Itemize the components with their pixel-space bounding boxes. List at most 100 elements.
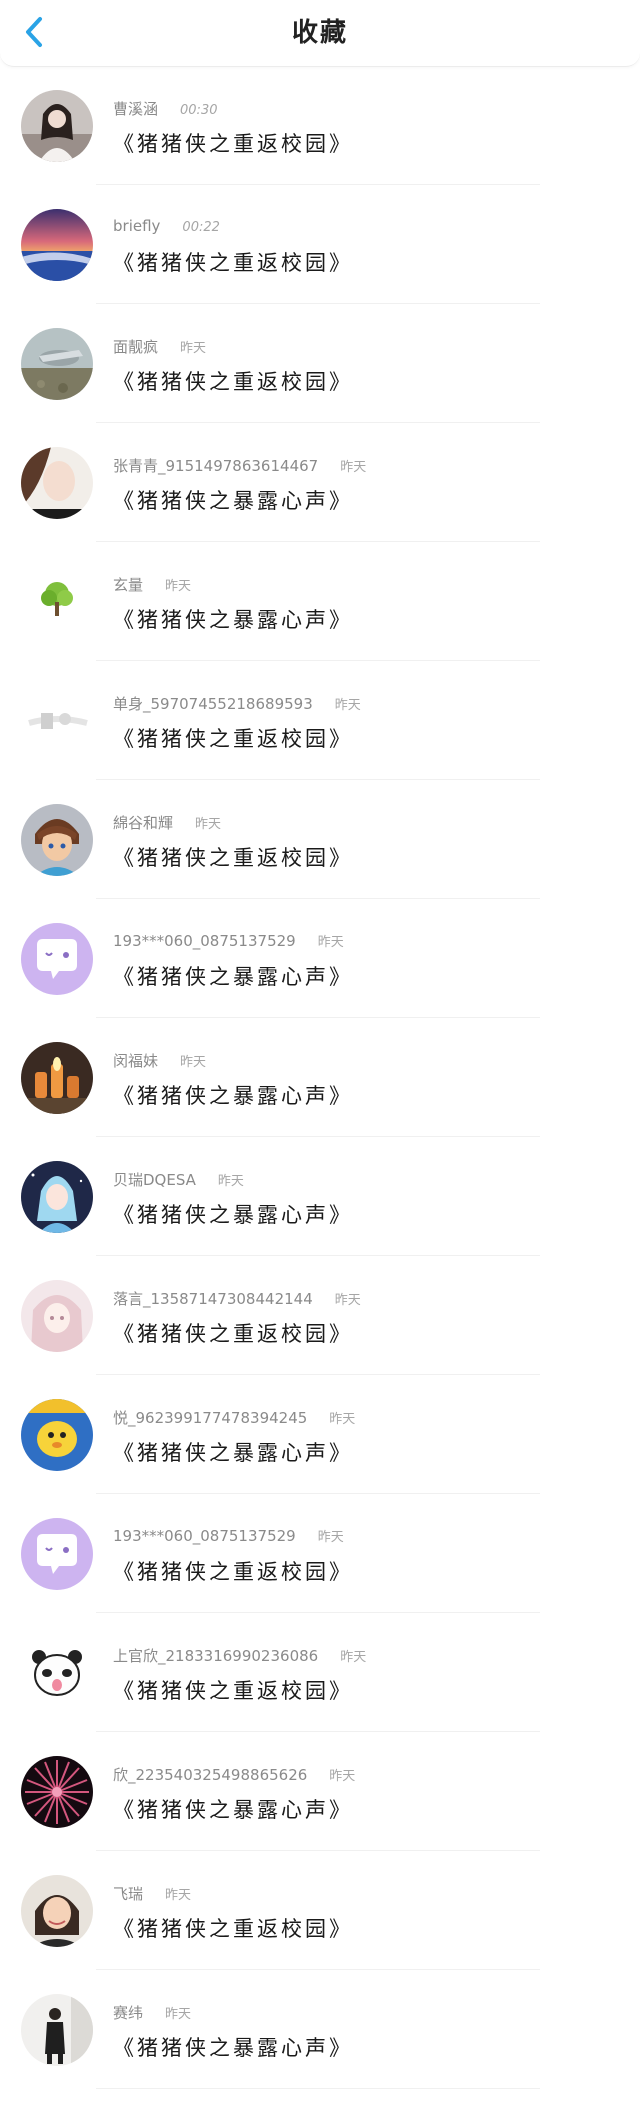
item-meta: 飞瑞 昨天 [113,1883,191,1904]
work-title[interactable]: 《猪猪侠之重返校园》 [113,1675,353,1705]
user-name: 面靓疯 [113,338,159,356]
work-title[interactable]: 《猪猪侠之暴露心声》 [113,1199,353,1229]
avatar[interactable] [21,209,93,281]
list-item[interactable]: 欣_22354032549886​5626 昨天 《猪猪侠之暴露心声》 [0,1732,640,1851]
item-meta: 玄量 昨天 [113,574,191,595]
list-item[interactable]: 曹溪涵 00:30 《猪猪侠之重返校园》 [0,66,640,185]
list-item[interactable]: 上官欣_2183316990236086 昨天 《猪猪侠之重返校园》 [0,1613,640,1732]
timestamp: 昨天 [329,1769,356,1784]
avatar[interactable] [21,1637,93,1709]
timestamp: 昨天 [334,698,361,713]
work-title[interactable]: 《猪猪侠之重返校园》 [113,366,353,396]
list-item[interactable]: 单身_59707455218689593 昨天 《猪猪侠之重返校园》 [0,661,640,780]
avatar[interactable] [21,90,93,162]
timestamp: 00:30 [180,103,218,118]
work-title[interactable]: 《猪猪侠之暴露心声》 [113,604,353,634]
list-item[interactable]: 193***060_0875137529 昨天 《猪猪侠之重返校园》 [0,1494,640,1613]
page-title: 收藏 [291,18,348,48]
work-title[interactable]: 《猪猪侠之重返校园》 [113,1913,353,1943]
item-meta: 193***060_0875137529 昨天 [113,1526,344,1545]
work-title[interactable]: 《猪猪侠之重返校园》 [113,128,353,158]
item-meta: 悦_9623991774783942​45 昨天 [113,1407,355,1428]
timestamp: 昨天 [340,460,367,475]
user-name: 贝瑞DQESA [113,1171,196,1189]
divider [96,2088,540,2089]
list-item[interactable]: 赛纬 昨天 《猪猪侠之暴露心声》 [0,1970,640,2089]
work-title[interactable]: 《猪猪侠之重返校园》 [113,842,353,872]
list-item[interactable]: briefly 00:22 《猪猪侠之重返校园》 [0,185,640,304]
user-name: briefly [113,217,161,235]
user-name: 曹溪涵 [113,100,159,118]
work-title[interactable]: 《猪猪侠之暴露心声》 [113,961,353,991]
item-meta: 张青青_9151497863614467 昨天 [113,455,366,476]
avatar[interactable] [21,685,93,757]
user-name: 张青青_9151497863614467 [113,457,319,475]
avatar[interactable] [21,1399,93,1471]
list-item[interactable]: 193***060_0875137529 昨天 《猪猪侠之暴露心声》 [0,899,640,1018]
item-meta: 贝瑞DQESA 昨天 [113,1169,244,1190]
avatar[interactable] [21,1756,93,1828]
work-title[interactable]: 《猪猪侠之暴露心声》 [113,485,353,515]
list-item[interactable]: 落言_13587147308442144 昨天 《猪猪侠之重返校园》 [0,1256,640,1375]
item-meta: 闵福妹 昨天 [113,1050,206,1071]
timestamp: 昨天 [217,1174,244,1189]
item-meta: 单身_59707455218689593 昨天 [113,693,361,714]
user-name: 单身_59707455218689593 [113,695,313,713]
user-name: 193***060_0875137529 [113,1527,296,1545]
chat-bubble-icon [21,1518,93,1590]
avatar[interactable] [21,923,93,995]
list-item[interactable]: 闵福妹 昨天 《猪猪侠之暴露心声》 [0,1018,640,1137]
avatar[interactable] [21,1518,93,1590]
timestamp: 昨天 [340,1650,367,1665]
user-name: 悦_9623991774783942​45 [113,1409,308,1427]
list-item[interactable]: 张青青_9151497863614467 昨天 《猪猪侠之暴露心声》 [0,423,640,542]
user-name: 193***060_0875137529 [113,932,296,950]
work-title[interactable]: 《猪猪侠之重返校园》 [113,1318,353,1348]
list-item[interactable]: 飞瑞 昨天 《猪猪侠之重返校园》 [0,1851,640,1970]
timestamp: 昨天 [180,1055,207,1070]
tree-icon [21,566,93,638]
list-item[interactable]: 玄量 昨天 《猪猪侠之暴露心声》 [0,542,640,661]
user-name: 綿谷和輝 [113,814,174,832]
work-title[interactable]: 《猪猪侠之重返校园》 [113,247,353,277]
work-title[interactable]: 《猪猪侠之暴露心声》 [113,1437,353,1467]
user-name: 欣_22354032549886​5626 [113,1766,308,1784]
item-meta: briefly 00:22 [113,217,220,235]
avatar[interactable] [21,804,93,876]
user-name: 上官欣_2183316990236086 [113,1647,319,1665]
item-meta: 欣_22354032549886​5626 昨天 [113,1764,355,1785]
list-item[interactable]: 贝瑞DQESA 昨天 《猪猪侠之暴露心声》 [0,1137,640,1256]
favorites-list: 曹溪涵 00:30 《猪猪侠之重返校园》 briefly 00:22 《猪猪侠之… [0,66,640,2089]
list-item[interactable]: 悦_9623991774783942​45 昨天 《猪猪侠之暴露心声》 [0,1375,640,1494]
avatar[interactable] [21,1875,93,1947]
item-meta: 193***060_0875137529 昨天 [113,931,344,950]
timestamp: 昨天 [195,817,222,832]
item-meta: 綿谷和輝 昨天 [113,812,221,833]
work-title[interactable]: 《猪猪侠之重返校园》 [113,1556,353,1586]
timestamp: 昨天 [317,1530,344,1545]
item-meta: 曹溪涵 00:30 [113,98,217,119]
avatar[interactable] [21,1161,93,1233]
avatar[interactable] [21,1994,93,2066]
list-item[interactable]: 面靓疯 昨天 《猪猪侠之重返校园》 [0,304,640,423]
avatar[interactable] [21,447,93,519]
avatar[interactable] [21,1280,93,1352]
item-meta: 落言_13587147308442144 昨天 [113,1288,361,1309]
user-name: 闵福妹 [113,1052,159,1070]
timestamp: 昨天 [334,1293,361,1308]
user-name: 飞瑞 [113,1885,144,1903]
list-item[interactable]: 綿谷和輝 昨天 《猪猪侠之重返校园》 [0,780,640,899]
avatar[interactable] [21,328,93,400]
timestamp: 昨天 [165,579,192,594]
timestamp: 昨天 [165,1888,192,1903]
chat-bubble-icon [21,923,93,995]
work-title[interactable]: 《猪猪侠之暴露心声》 [113,1794,353,1824]
work-title[interactable]: 《猪猪侠之重返校园》 [113,723,353,753]
work-title[interactable]: 《猪猪侠之暴露心声》 [113,1080,353,1110]
timestamp: 昨天 [329,1412,356,1427]
avatar[interactable] [21,1042,93,1114]
item-meta: 赛纬 昨天 [113,2002,191,2023]
timestamp: 00:22 [182,220,220,235]
work-title[interactable]: 《猪猪侠之暴露心声》 [113,2032,353,2062]
avatar[interactable] [21,566,93,638]
